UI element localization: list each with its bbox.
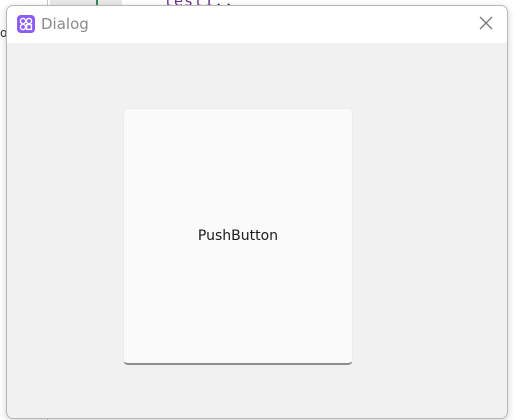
push-button[interactable]: PushButton (123, 108, 353, 365)
close-button[interactable] (471, 10, 501, 38)
close-icon (479, 15, 493, 34)
window-title: Dialog (41, 15, 89, 33)
title-bar[interactable]: Dialog (7, 6, 507, 43)
push-button-label: PushButton (197, 228, 279, 244)
app-icon (17, 15, 35, 33)
dialog-window: Dialog PushButton (6, 5, 508, 419)
